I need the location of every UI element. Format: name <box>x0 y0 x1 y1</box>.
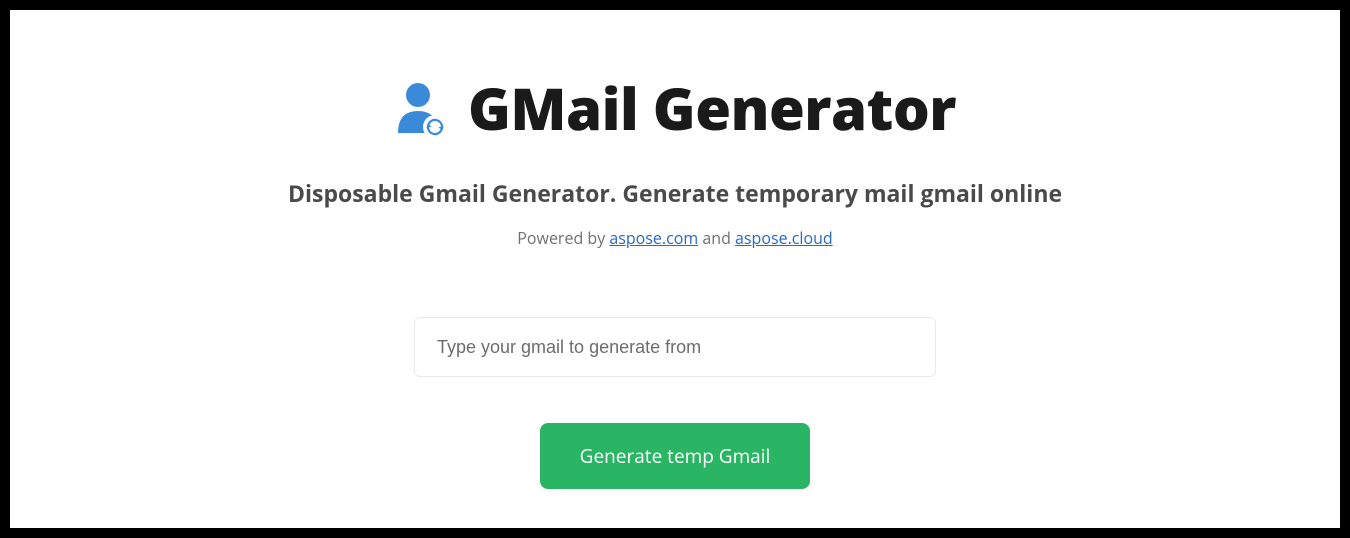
title-row: GMail Generator <box>394 68 956 147</box>
aspose-com-link[interactable]: aspose.com <box>609 227 698 249</box>
input-area: Generate temp Gmail <box>414 317 936 489</box>
aspose-cloud-link[interactable]: aspose.cloud <box>735 227 833 249</box>
powered-sep: and <box>698 227 735 249</box>
powered-by-text: Powered by aspose.com and aspose.cloud <box>517 227 832 249</box>
powered-prefix: Powered by <box>517 227 609 249</box>
person-refresh-icon <box>394 81 448 139</box>
generate-button[interactable]: Generate temp Gmail <box>540 423 811 489</box>
page-subtitle: Disposable Gmail Generator. Generate tem… <box>288 177 1062 209</box>
gmail-input[interactable] <box>414 317 936 377</box>
page-frame: GMail Generator Disposable Gmail Generat… <box>10 10 1340 528</box>
page-title: GMail Generator <box>468 68 956 147</box>
